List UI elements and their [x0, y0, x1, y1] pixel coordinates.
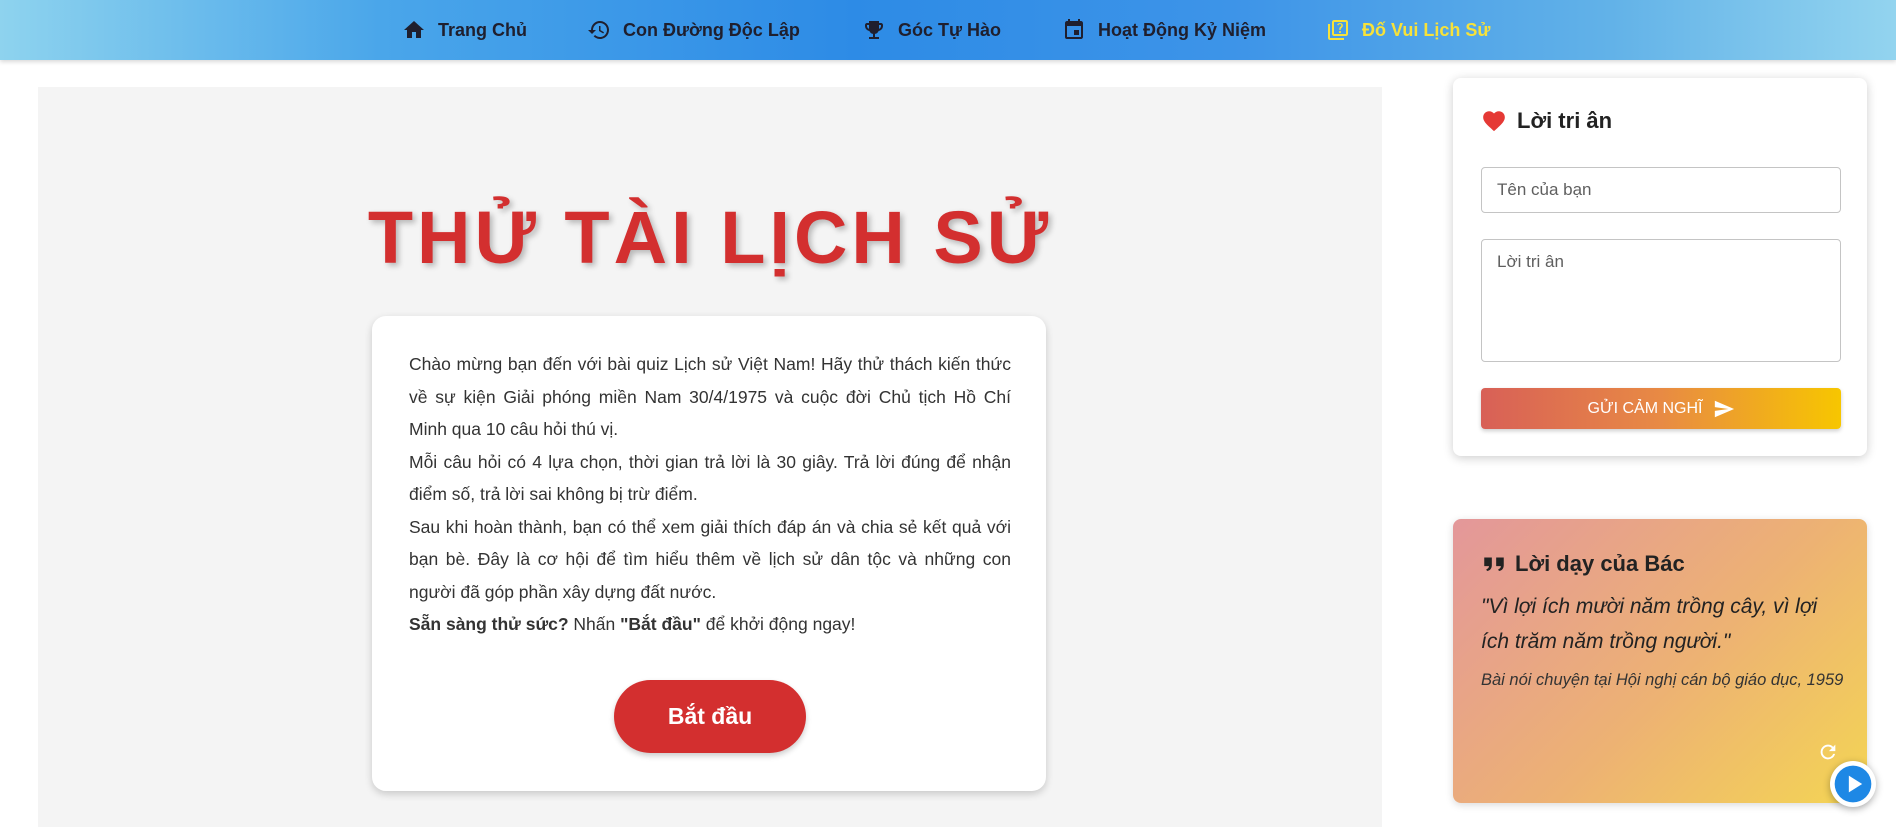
gratitude-card-title: Lời tri ân: [1517, 108, 1613, 133]
intro-paragraph: Chào mừng bạn đến với bài quiz Lịch sử V…: [409, 354, 1011, 439]
intro-paragraph: Mỗi câu hỏi có 4 lựa chọn, thời gian trả…: [409, 451, 1011, 505]
gratitude-message-input[interactable]: [1481, 239, 1841, 362]
send-icon: [1714, 400, 1734, 417]
nav-item-history-quiz[interactable]: Đố Vui Lịch Sử: [1326, 0, 1490, 60]
nav-item-commemoration[interactable]: Hoạt Động Kỷ Niệm: [1062, 0, 1266, 60]
nav-item-label: Góc Tự Hào: [898, 19, 1002, 40]
ready-line: Sẵn sàng thử sức? Nhấn "Bắt đầu" để khởi…: [409, 608, 1011, 641]
quote-text: "Vì lợi ích mười năm trồng cây, vì lợi í…: [1481, 595, 1818, 653]
intro-paragraph: Sau khi hoàn thành, bạn có thể xem giải …: [409, 516, 1011, 602]
teaching-quote-card: Lời dạy của Bác "Vì lợi ích mười năm trồ…: [1453, 519, 1867, 803]
quiz-icon: [1328, 20, 1348, 40]
quote-card-header: Lời dạy của Bác: [1481, 551, 1685, 577]
nav-item-home[interactable]: Trang Chủ: [402, 0, 527, 60]
ready-mid-text: Nhấn: [568, 614, 621, 634]
gratitude-card-header: Lời tri ân: [1481, 108, 1612, 134]
ready-start-text: "Bắt đầu": [620, 614, 701, 634]
calendar-icon: [1065, 19, 1083, 39]
refresh-icon[interactable]: [1817, 741, 1839, 763]
quote-icon: [1484, 557, 1504, 572]
page-title: THỬ TÀI LỊCH SỬ: [367, 196, 1053, 279]
ready-end-text: để khởi động ngay!: [700, 614, 856, 634]
send-button-label: GỬI CẢM NGHĨ: [1587, 399, 1703, 417]
quote-source: Bài nói chuyện tại Hội nghị cán bộ giáo …: [1481, 671, 1844, 689]
nav-item-label: Hoạt Động Kỷ Niệm: [1098, 19, 1267, 40]
name-input[interactable]: [1481, 167, 1841, 213]
history-icon: [588, 21, 609, 39]
trophy-icon: [865, 21, 883, 39]
start-quiz-button[interactable]: Bắt đầu: [614, 680, 806, 753]
nav-item-label: Đố Vui Lịch Sử: [1362, 19, 1491, 40]
top-navbar: Trang Chủ Con Đường Độc Lập Góc Tự Hào H…: [0, 0, 1896, 60]
music-play-button[interactable]: [1830, 761, 1876, 807]
quiz-intro-panel: THỬ TÀI LỊCH SỬ Chào mừng bạn đến với bà…: [38, 87, 1382, 827]
heart-icon: [1483, 111, 1505, 132]
intro-text: Chào mừng bạn đến với bài quiz Lịch sử V…: [409, 348, 1011, 641]
nav-item-pride-corner[interactable]: Góc Tự Hào: [862, 0, 1001, 60]
nav-item-independence-road[interactable]: Con Đường Độc Lập: [587, 0, 800, 60]
home-icon: [404, 21, 424, 38]
intro-card: Chào mừng bạn đến với bài quiz Lịch sử V…: [372, 316, 1046, 791]
quote-card-title: Lời dạy của Bác: [1515, 551, 1685, 576]
play-icon: [1834, 765, 1872, 803]
nav-item-label: Trang Chủ: [438, 19, 527, 40]
send-gratitude-button[interactable]: GỬI CẢM NGHĨ: [1481, 388, 1841, 429]
ready-bold-text: Sẵn sàng thử sức?: [409, 614, 569, 634]
nav-item-label: Con Đường Độc Lập: [623, 19, 800, 40]
gratitude-card: Lời tri ân GỬI CẢM NGHĨ: [1453, 78, 1867, 456]
